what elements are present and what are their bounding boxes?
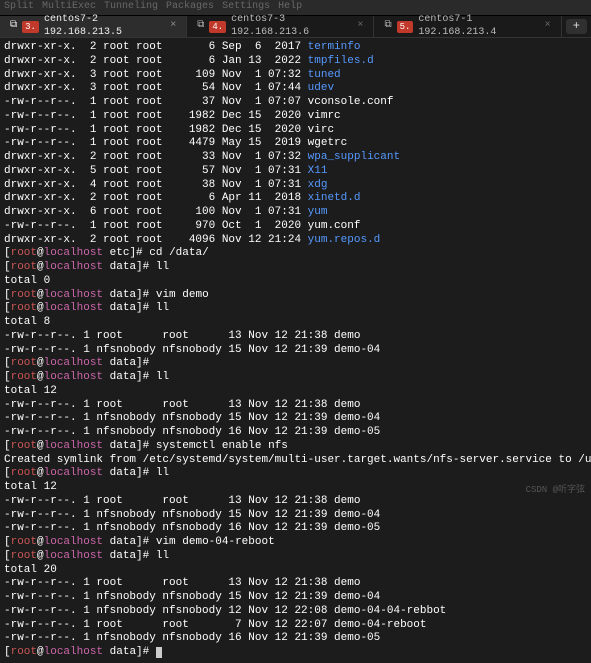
menu-help[interactable]: Help	[278, 1, 302, 14]
tab-centos7-2[interactable]: ⧉ 3. centos7-2 192.168.213.5 ×	[0, 16, 187, 37]
tab-number: 3.	[22, 21, 39, 33]
add-tab-button[interactable]: +	[566, 19, 587, 34]
tab-label: centos7-3 192.168.213.6	[231, 14, 348, 39]
terminal-output[interactable]: drwxr-xr-x. 2 root root 6 Sep 6 2017 ter…	[0, 38, 591, 663]
tab-centos7-1[interactable]: ⧉ 5. centos7-1 192.168.213.4 ×	[374, 16, 561, 37]
tab-number: 4.	[209, 21, 226, 33]
watermark: CSDN @听字弦	[526, 485, 585, 496]
tab-number: 5.	[397, 21, 414, 33]
terminal-icon: ⧉	[384, 20, 391, 33]
tab-label: centos7-1 192.168.213.4	[418, 14, 535, 39]
menu-split[interactable]: Split	[4, 1, 34, 14]
close-icon[interactable]: ×	[170, 20, 176, 33]
menu-tunneling[interactable]: Tunneling	[104, 1, 158, 14]
tab-bar: ⧉ 3. centos7-2 192.168.213.5 × ⧉ 4. cent…	[0, 16, 591, 38]
close-icon[interactable]: ×	[545, 20, 551, 33]
menu-packages[interactable]: Packages	[166, 1, 214, 14]
tab-label: centos7-2 192.168.213.5	[44, 14, 161, 39]
close-icon[interactable]: ×	[357, 20, 363, 33]
terminal-icon: ⧉	[10, 20, 17, 33]
terminal-icon: ⧉	[197, 20, 204, 33]
cursor	[156, 647, 162, 658]
menu-settings[interactable]: Settings	[222, 1, 270, 14]
tab-centos7-3[interactable]: ⧉ 4. centos7-3 192.168.213.6 ×	[187, 16, 374, 37]
menu-multiexec[interactable]: MultiExec	[42, 1, 96, 14]
